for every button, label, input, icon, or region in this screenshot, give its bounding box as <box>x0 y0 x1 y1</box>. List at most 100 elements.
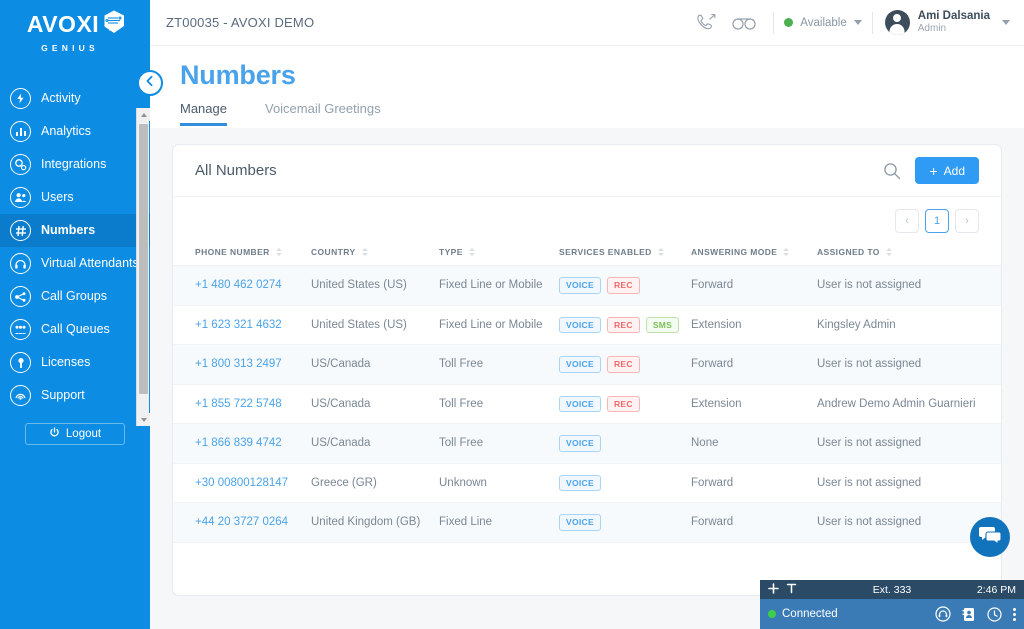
page-1-button[interactable]: 1 <box>925 209 949 233</box>
column-header-phone-number[interactable]: PHONE NUMBER <box>173 241 311 266</box>
card-header: All Numbers + Add <box>173 145 1001 197</box>
outgoing-call-icon[interactable] <box>687 13 725 33</box>
softphone-title-bar[interactable]: Ext. 333 2:46 PM <box>760 580 1024 599</box>
contacts-icon[interactable] <box>962 607 976 622</box>
sidebar-item-analytics[interactable]: Analytics <box>0 115 150 148</box>
service-badge-voice: VOICE <box>559 277 601 294</box>
scroll-down-button[interactable] <box>137 413 150 426</box>
sort-icon[interactable] <box>275 248 282 256</box>
sidebar-item-integrations[interactable]: Integrations <box>0 148 150 181</box>
sidebar-item-activity[interactable]: Activity <box>0 82 150 115</box>
licenses-key-icon <box>10 352 31 373</box>
column-header-assigned-to[interactable]: ASSIGNED TO <box>817 241 1001 266</box>
status-dot <box>784 18 794 27</box>
cell-services-enabled: VOICE <box>559 502 691 543</box>
logout-button[interactable]: Logout <box>25 423 125 445</box>
sort-icon[interactable] <box>657 248 664 256</box>
plus-icon[interactable] <box>768 582 779 597</box>
phone-number-link[interactable]: +44 20 3727 0264 <box>195 516 288 528</box>
divider <box>871 11 873 34</box>
sidebar-scrollbar[interactable] <box>136 108 150 426</box>
user-menu[interactable]: Ami Dalsania Admin <box>884 9 1010 36</box>
sidebar-item-licenses[interactable]: Licenses <box>0 346 150 379</box>
cell-country: United States (US) <box>311 265 439 306</box>
cell-assigned-to: Kingsley Admin <box>817 305 1001 345</box>
pagination-top: ‹ 1 › <box>173 197 1001 233</box>
phone-number-link[interactable]: +1 855 722 5748 <box>195 398 282 410</box>
cell-phone-number: +1 855 722 5748 <box>173 384 311 424</box>
cell-type: Unknown <box>439 463 559 503</box>
sort-icon[interactable] <box>468 248 475 256</box>
history-clock-icon[interactable] <box>987 606 1002 622</box>
cell-assigned-to: User is not assigned <box>817 463 1001 503</box>
cell-phone-number: +1 866 839 4742 <box>173 423 311 464</box>
table-head: PHONE NUMBER COUNTRY TYPE SERVICES ENABL… <box>173 241 1001 266</box>
table-row[interactable]: +1 855 722 5748 US/Canada Toll Free VOICE RE… <box>173 384 1001 424</box>
cell-assigned-to: User is not assigned <box>817 265 1001 306</box>
numbers-table: PHONE NUMBER COUNTRY TYPE SERVICES ENABL… <box>173 241 1001 543</box>
sidebar-label: Numbers <box>41 223 96 238</box>
phone-number-link[interactable]: +1 866 839 4742 <box>195 437 282 449</box>
sidebar-item-users[interactable]: Users <box>0 181 150 214</box>
tab-voicemail-greetings[interactable]: Voicemail Greetings <box>265 101 381 126</box>
phone-number-link[interactable]: +30 00800128147 <box>195 477 288 489</box>
headset-add-icon[interactable] <box>935 606 951 622</box>
table-row[interactable]: +1 623 321 4632 United States (US) Fixed L… <box>173 305 1001 345</box>
sidebar-item-support[interactable]: Support <box>0 379 150 412</box>
softphone-body: Connected <box>760 599 1024 629</box>
cell-country: US/Canada <box>311 423 439 464</box>
scrollbar-thumb[interactable] <box>139 124 148 394</box>
column-header-answering-mode[interactable]: ANSWERING MODE <box>691 241 817 266</box>
cell-type: Toll Free <box>439 384 559 424</box>
sidebar-item-call-groups[interactable]: Call Groups <box>0 280 150 313</box>
connected-dot <box>768 610 776 618</box>
cell-assigned-to: User is not assigned <box>817 344 1001 385</box>
cell-phone-number: +1 800 313 2497 <box>173 344 311 385</box>
sidebar-item-virtual-attendants[interactable]: Virtual Attendants <box>0 247 150 280</box>
table-row[interactable]: +30 00800128147 Greece (GR) Unknown VOICE Fo… <box>173 463 1001 503</box>
add-number-button[interactable]: + Add <box>915 157 979 184</box>
voicemail-icon[interactable] <box>725 15 763 31</box>
sidebar-item-numbers[interactable]: Numbers <box>0 214 150 247</box>
column-header-services-enabled[interactable]: SERVICES ENABLED <box>559 241 691 266</box>
table-body: +1 480 462 0274 United States (US) Fixed L… <box>173 265 1001 543</box>
service-badge-rec: REC <box>606 395 640 412</box>
page-content: All Numbers + Add ‹ 1 › PHONE NUMBER COU… <box>150 128 1024 629</box>
table-row[interactable]: +1 480 462 0274 United States (US) Fixed L… <box>173 265 1001 306</box>
collapse-bar-icon[interactable] <box>786 583 797 597</box>
app-logo[interactable]: AVOXI GENIUS <box>0 0 150 62</box>
column-header-type[interactable]: TYPE <box>439 241 559 266</box>
sort-icon[interactable] <box>361 248 368 256</box>
table-row[interactable]: +1 800 313 2497 US/Canada Toll Free VOICE RE… <box>173 344 1001 385</box>
sort-icon[interactable] <box>783 248 790 256</box>
next-page-button[interactable]: › <box>955 209 979 233</box>
table-row[interactable]: +1 866 839 4742 US/Canada Toll Free VOICE No… <box>173 423 1001 464</box>
sidebar-label: Call Groups <box>41 289 107 304</box>
column-label: COUNTRY <box>311 247 356 257</box>
scroll-up-button[interactable] <box>137 108 150 121</box>
user-role: Admin <box>917 23 947 35</box>
users-icon <box>10 187 31 208</box>
sort-icon[interactable] <box>885 248 892 256</box>
chat-support-button[interactable] <box>970 517 1010 557</box>
prev-page-button[interactable]: ‹ <box>895 209 919 233</box>
card-actions: + Add <box>883 157 979 184</box>
chevron-left-circle-icon <box>144 74 156 92</box>
cell-answering-mode: Forward <box>691 463 817 503</box>
table-header-row: PHONE NUMBER COUNTRY TYPE SERVICES ENABL… <box>173 241 1001 266</box>
phone-number-link[interactable]: +1 800 313 2497 <box>195 358 282 370</box>
main-area: ZT00035 - AVOXI DEMO Available Ami Dalsa… <box>150 0 1024 629</box>
search-icon[interactable] <box>883 162 901 180</box>
cell-country: US/Canada <box>311 384 439 424</box>
more-vertical-icon[interactable] <box>1013 607 1016 621</box>
tab-manage[interactable]: Manage <box>180 101 227 126</box>
availability-selector[interactable]: Available <box>784 17 862 29</box>
service-badge-voice: VOICE <box>559 435 601 452</box>
table-row[interactable]: +44 20 3727 0264 United Kingdom (GB) Fixed… <box>173 502 1001 543</box>
phone-number-link[interactable]: +1 623 321 4632 <box>195 319 282 331</box>
application-root: AVOXI GENIUS Activity Analytics Integrat… <box>0 0 1024 629</box>
column-header-country[interactable]: COUNTRY <box>311 241 439 266</box>
phone-number-link[interactable]: +1 480 462 0274 <box>195 279 282 291</box>
sidebar-collapse-button[interactable] <box>137 70 163 96</box>
sidebar-item-call-queues[interactable]: Call Queues <box>0 313 150 346</box>
